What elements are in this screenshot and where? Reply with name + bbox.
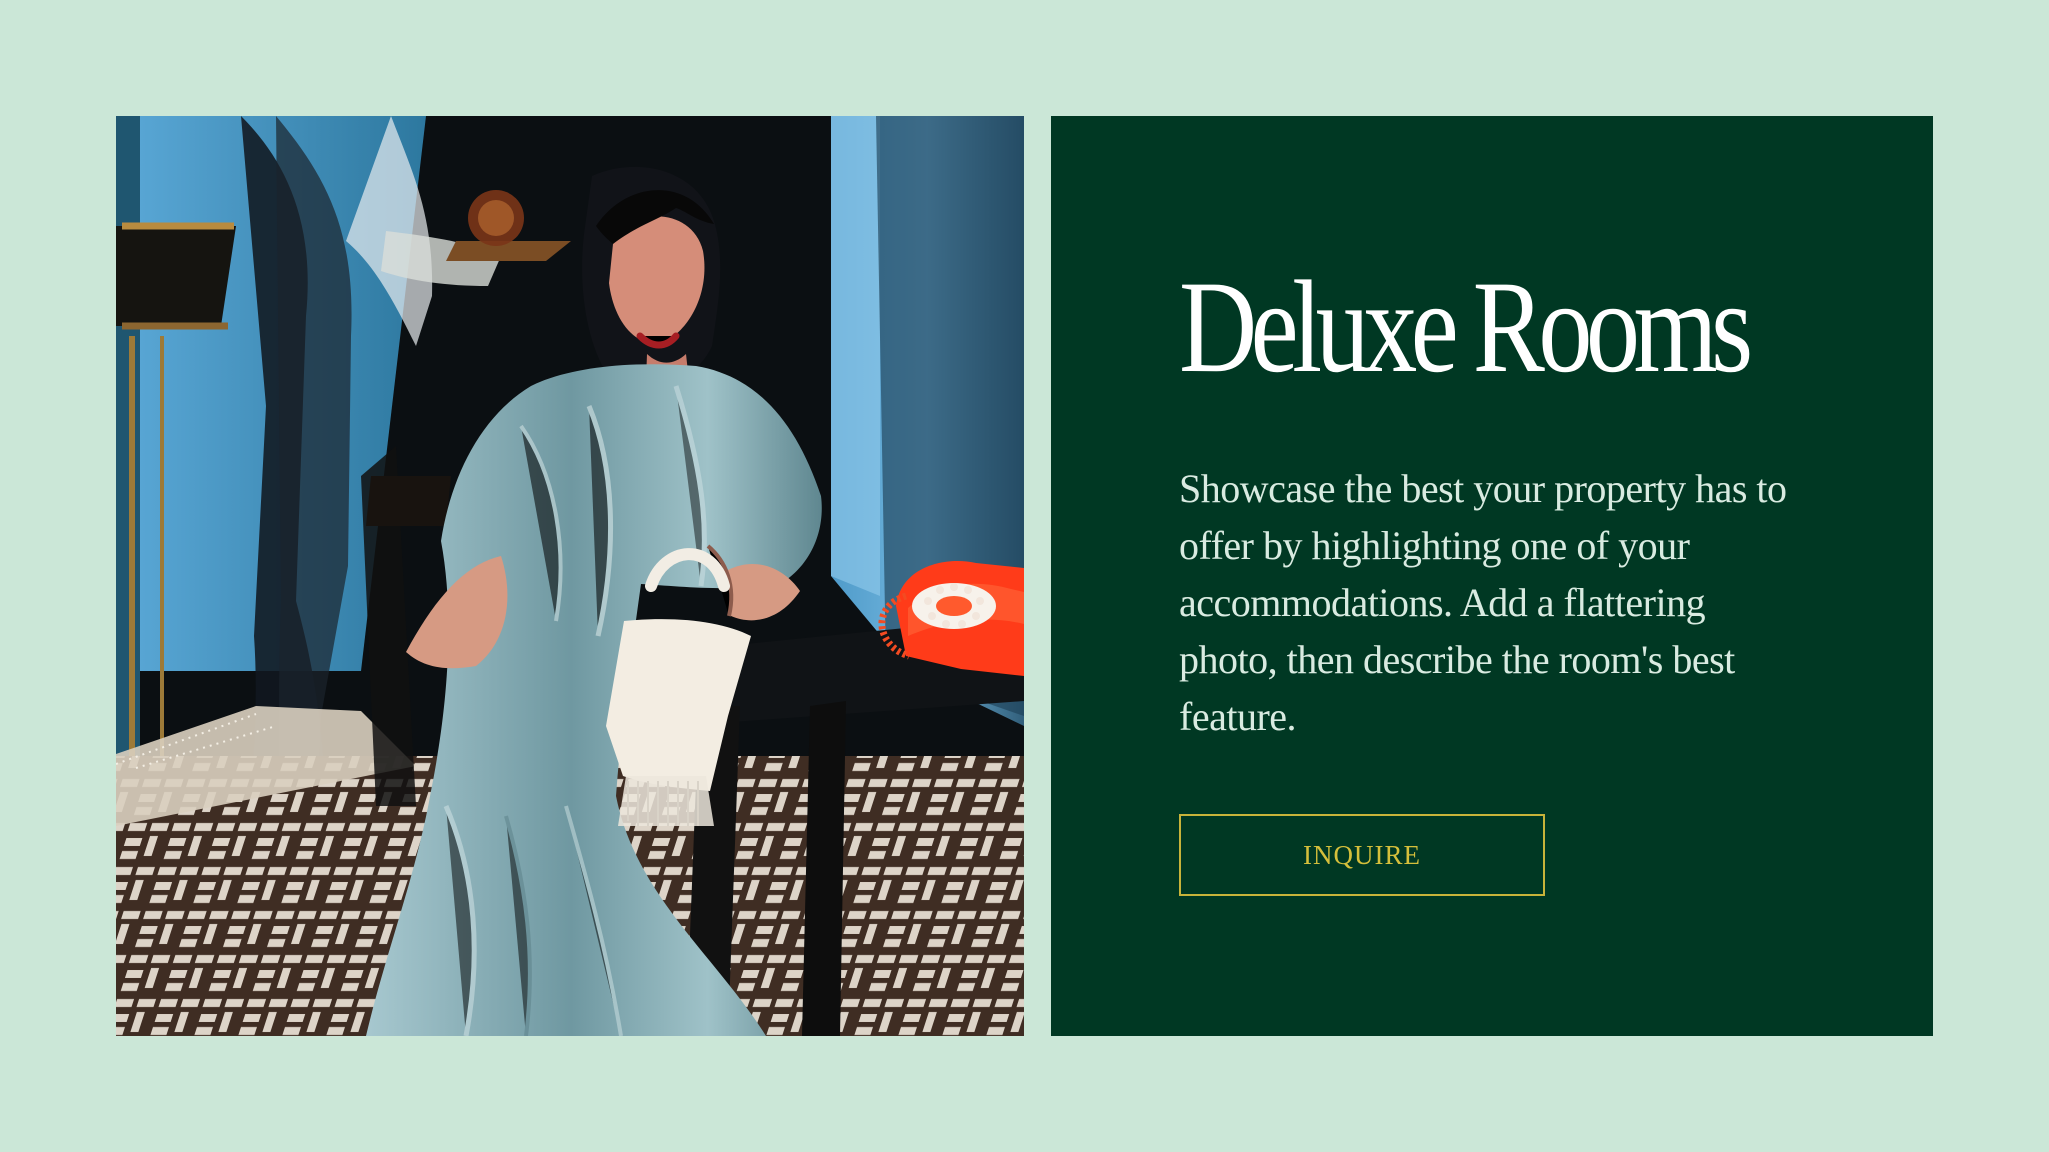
feature-title: Deluxe Rooms [1179,253,1753,400]
inquire-button[interactable]: INQUIRE [1179,814,1545,896]
feature-panel: Deluxe Rooms Showcase the best your prop… [1051,116,1933,1036]
room-photo [116,116,1024,1036]
feature-description: Showcase the best your property has to o… [1179,466,1787,739]
